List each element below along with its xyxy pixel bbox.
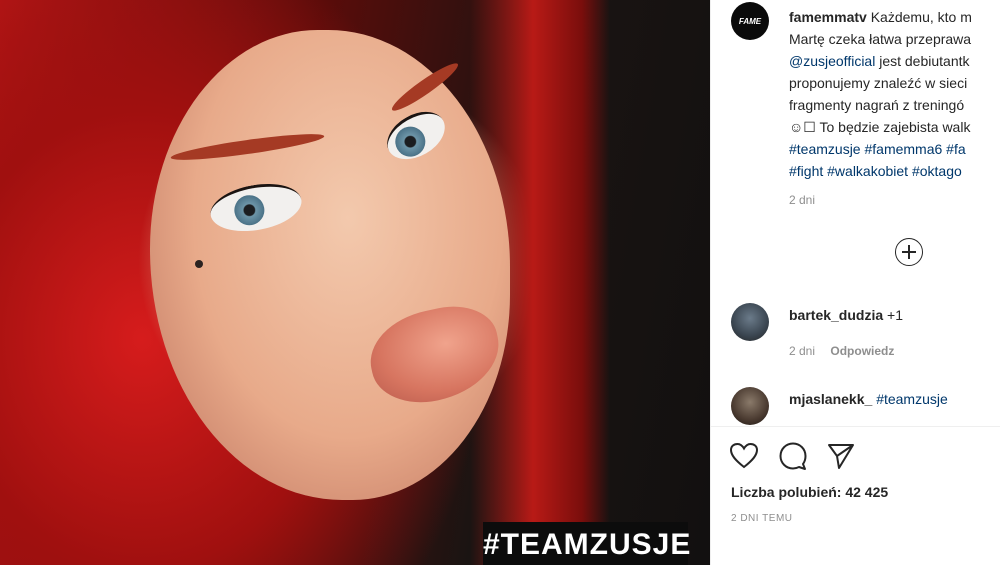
author-logo-text: FAME (738, 16, 762, 26)
divider (711, 426, 1000, 427)
share-icon[interactable] (826, 441, 856, 471)
caption-line-5: fragmenty nagrań z treningó (789, 97, 965, 113)
heart-icon[interactable] (729, 441, 759, 471)
comment-1-meta: 2 dni Odpowiedz (789, 344, 894, 358)
author-avatar[interactable]: FAME (731, 2, 769, 40)
caption-line-4: proponujemy znaleźć w sieci (789, 75, 968, 91)
photo-hashtag-overlay: #TEAMZUSJE (483, 522, 690, 565)
post-date: 2 DNI TEMU (731, 513, 793, 524)
post-photo: #TEAMZUSJE (0, 0, 710, 565)
comment-avatar[interactable] (731, 387, 769, 425)
likes-count[interactable]: Liczba polubień: 42 425 (731, 484, 888, 500)
comment-1-text: +1 (887, 307, 903, 323)
load-more-comments-icon[interactable] (895, 238, 923, 266)
comment-1-time: 2 dni (789, 344, 816, 358)
reply-button[interactable]: Odpowiedz (830, 344, 894, 358)
caption-line-1: Każdemu, kto m (870, 9, 972, 25)
caption-line-3: jest debiutantk (879, 53, 970, 69)
photo-mole (195, 260, 203, 268)
comment-2-user[interactable]: mjaslanekk_ (789, 391, 872, 407)
comment-1-user[interactable]: bartek_dudzia (789, 307, 883, 323)
caption-line-2: Martę czeka łatwa przeprawa (789, 31, 972, 47)
caption-line-6: ☺☐ To będzie zajebista walk (789, 119, 971, 135)
post-caption: famemmatv Każdemu, kto m Martę czeka łat… (789, 6, 1000, 182)
comment-avatar[interactable] (731, 303, 769, 341)
caption-hashtags-2[interactable]: #fight #walkakobiet #oktago (789, 160, 1000, 182)
post-sidebar: FAME famemmatv Każdemu, kto m Martę czek… (710, 0, 1000, 565)
caption-time: 2 dni (789, 193, 816, 207)
comment-icon[interactable] (778, 441, 808, 471)
caption-hashtags-1[interactable]: #teamzusje #famemma6 #fa (789, 138, 1000, 160)
photo-face (150, 30, 510, 500)
comment-2-text[interactable]: #teamzusje (876, 391, 948, 407)
comment-2: mjaslanekk_ #teamzusje (789, 391, 948, 407)
comment-1: bartek_dudzia +1 (789, 307, 903, 323)
caption-mention[interactable]: @zusjeofficial (789, 53, 875, 69)
caption-author[interactable]: famemmatv (789, 9, 867, 25)
